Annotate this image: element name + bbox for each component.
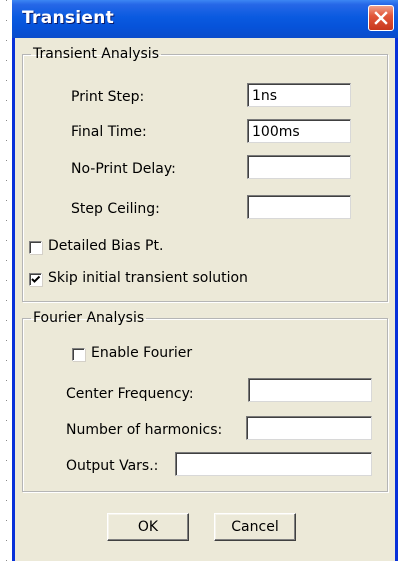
transient-analysis-legend: Transient Analysis: [33, 46, 159, 62]
detailed-bias-label: Detailed Bias Pt.: [48, 238, 164, 254]
transient-dialog: Transient Transient Analysis Print Step:…: [12, 0, 398, 561]
enable-fourier-label: Enable Fourier: [91, 345, 193, 361]
step-ceiling-input[interactable]: [247, 195, 351, 219]
num-harmonics-input[interactable]: [246, 416, 372, 440]
print-step-label: Print Step:: [71, 89, 145, 105]
step-ceiling-label: Step Ceiling:: [71, 201, 160, 217]
dialog-title: Transient: [22, 8, 115, 28]
background-dotted-line: [6, 0, 7, 561]
cancel-button[interactable]: Cancel: [214, 513, 296, 541]
fourier-analysis-legend: Fourier Analysis: [33, 310, 145, 326]
output-vars-input[interactable]: [175, 452, 372, 476]
center-frequency-input[interactable]: [248, 378, 372, 402]
print-step-input[interactable]: [247, 83, 351, 107]
no-print-delay-label: No-Print Delay:: [71, 161, 176, 177]
checkmark-icon: [31, 275, 41, 283]
final-time-label: Final Time:: [71, 124, 147, 140]
num-harmonics-label: Number of harmonics:: [66, 422, 223, 438]
output-vars-label: Output Vars.:: [66, 458, 159, 474]
center-frequency-label: Center Frequency:: [66, 386, 194, 402]
close-icon: [374, 11, 388, 25]
title-bar[interactable]: Transient: [12, 0, 398, 38]
skip-initial-checkbox[interactable]: [29, 273, 42, 286]
skip-initial-label: Skip initial transient solution: [48, 270, 248, 286]
no-print-delay-input[interactable]: [247, 155, 351, 179]
final-time-input[interactable]: [247, 119, 351, 143]
enable-fourier-checkbox[interactable]: [72, 348, 85, 361]
detailed-bias-checkbox[interactable]: [29, 241, 42, 254]
ok-button[interactable]: OK: [107, 513, 189, 541]
close-button[interactable]: [368, 5, 394, 31]
